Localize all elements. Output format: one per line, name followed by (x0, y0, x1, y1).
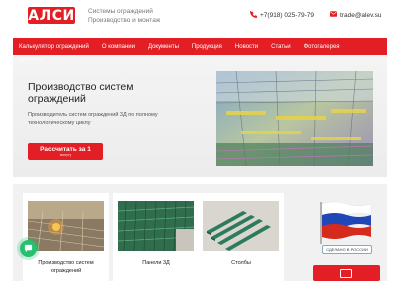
product-card-label: Панели 3Д (142, 260, 170, 266)
product-card-label: Производство систем ограждений (38, 260, 94, 274)
posts-image (203, 201, 279, 251)
hero-description: Производитель систем ограждений 3Д по по… (28, 112, 158, 126)
hero-factory-image (216, 71, 373, 166)
video-widget[interactable] (313, 265, 380, 281)
site-tagline: Системы ограждений Производство и монтаж (88, 8, 161, 24)
logo-text: АЛСИ (28, 7, 75, 24)
nav-item-gallery[interactable]: Фотогалерея (298, 44, 347, 50)
nav-item-news[interactable]: Новости (229, 44, 265, 50)
mail-icon (330, 11, 337, 19)
production-image (28, 201, 104, 251)
header-phone[interactable]: +7(918) 025-79-79 (250, 11, 314, 20)
chat-icon (24, 240, 33, 258)
header-email[interactable]: trade@alev.su (330, 11, 382, 19)
calculate-button-label: Рассчитать за 1 (40, 146, 91, 153)
nav-item-documents[interactable]: Документы (142, 44, 186, 50)
phone-icon (250, 11, 257, 20)
made-in-russia-badge: СДЕЛАНО В РОССИИ (322, 245, 372, 254)
product-card-posts[interactable]: Столбы (198, 193, 284, 281)
nav-item-products[interactable]: Продукция (186, 44, 229, 50)
hero-title: Производство систем ограждений (28, 81, 134, 105)
nav-item-articles[interactable]: Статьи (265, 44, 297, 50)
nav-item-calculator[interactable]: Калькулятор ограждений (13, 44, 96, 50)
play-icon (340, 269, 352, 278)
main-nav: Калькулятор ограждений О компании Докуме… (13, 38, 387, 55)
product-card-production[interactable]: Производство систем ограждений (23, 193, 109, 281)
site-header: АЛСИ Системы ограждений Производство и м… (0, 0, 400, 36)
email-address: trade@alev.su (340, 11, 382, 19)
site-logo[interactable]: АЛСИ (28, 7, 75, 24)
calculate-button-sub: минуту (59, 153, 72, 157)
phone-number: +7(918) 025-79-79 (260, 12, 315, 19)
product-card-label: Столбы (231, 260, 251, 266)
nav-item-contacts[interactable]: Контакты (20, 57, 42, 63)
product-card-panels[interactable]: Панели 3Д (113, 193, 199, 281)
chat-button[interactable] (20, 240, 37, 257)
calculate-button[interactable]: Рассчитать за 1 минуту (28, 143, 103, 160)
panels-image (118, 201, 194, 251)
nav-item-about[interactable]: О компании (96, 44, 142, 50)
